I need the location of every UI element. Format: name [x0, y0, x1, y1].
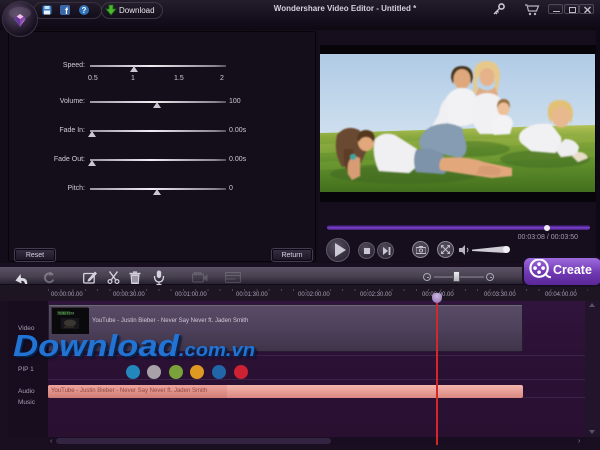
- svg-text:TOM TOM: TOM TOM: [58, 312, 74, 316]
- svg-text:?: ?: [82, 6, 87, 15]
